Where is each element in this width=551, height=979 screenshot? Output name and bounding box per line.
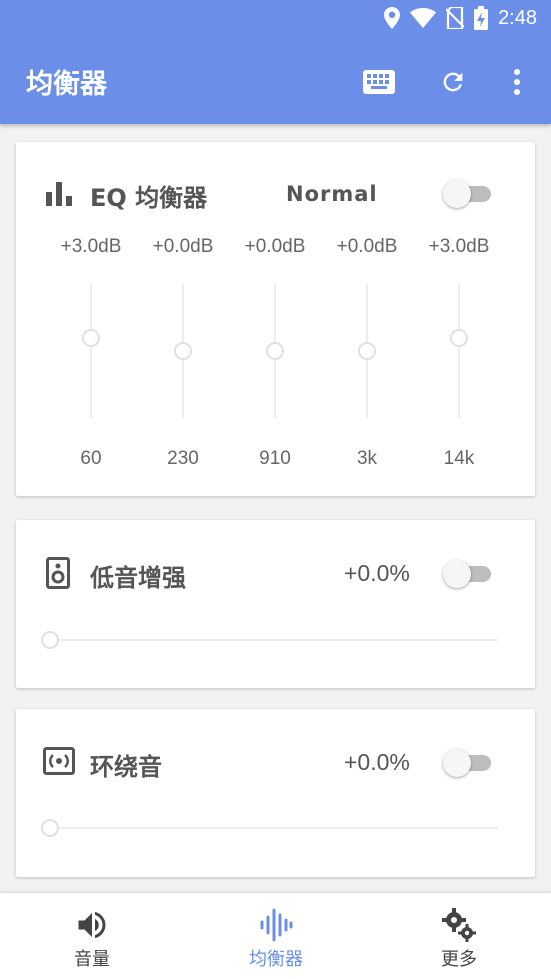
keyboard-button[interactable] (359, 62, 399, 102)
status-bar: 2:48 (0, 0, 551, 40)
status-time: 2:48 (498, 6, 537, 29)
location-icon (384, 7, 401, 29)
nav-equalizer[interactable]: 均衡器 (184, 893, 368, 979)
surround-toggle[interactable] (443, 747, 493, 779)
eq-band-gain: +0.0dB (336, 236, 398, 257)
page-title: 均衡器 (26, 69, 107, 100)
bass-title: 低音增强 (90, 564, 186, 592)
bass-slider-track[interactable] (50, 639, 498, 641)
more-vert-icon (514, 69, 520, 95)
wifi-icon (410, 8, 437, 28)
bass-toggle[interactable] (443, 558, 493, 590)
surround-card: 环绕音 +0.0% (16, 709, 535, 877)
eq-band-frequency: 230 (167, 448, 199, 469)
surround-sound-icon (43, 747, 75, 775)
eq-band-knob[interactable] (174, 342, 192, 360)
eq-band-frequency: 60 (80, 448, 102, 469)
surround-slider-knob[interactable] (41, 819, 59, 837)
app-bar: 均衡器 (0, 40, 551, 124)
eq-band-track[interactable] (90, 284, 92, 418)
keyboard-icon (363, 70, 395, 94)
eq-band-knob[interactable] (358, 342, 376, 360)
no-sim-icon (446, 7, 465, 29)
bass-value: +0.0% (344, 560, 410, 586)
equalizer-bars-icon (46, 182, 72, 206)
eq-band-knob[interactable] (82, 328, 100, 347)
eq-band-frequency: 3k (356, 448, 378, 469)
eq-toggle-thumb (443, 180, 471, 208)
volume-icon (78, 911, 106, 939)
nav-volume-label: 音量 (74, 949, 110, 970)
nav-equalizer-label: 均衡器 (249, 949, 303, 970)
eq-band-knob[interactable] (450, 328, 468, 347)
refresh-button[interactable] (433, 62, 473, 102)
surround-title: 环绕音 (90, 753, 162, 781)
equalizer-icon (260, 908, 293, 942)
battery-charging-icon (474, 6, 489, 30)
nav-volume[interactable]: 音量 (0, 893, 184, 979)
bass-toggle-thumb (443, 560, 471, 588)
nav-more-label: 更多 (441, 949, 477, 970)
bottom-navigation: 音量 均衡器 更多 (0, 893, 551, 979)
bass-boost-card: 低音增强 +0.0% (16, 520, 535, 688)
eq-band-gain: +3.0dB (428, 236, 490, 257)
more-options-button[interactable] (497, 62, 537, 102)
refresh-icon (443, 72, 463, 92)
speaker-icon (46, 557, 70, 589)
eq-card: EQ 均衡器 Normal +3.0dB 60 +0.0dB 230 +0.0dB 910… (16, 142, 535, 496)
eq-band-frequency: 910 (259, 448, 291, 469)
surround-value: +0.0% (344, 749, 410, 775)
eq-title: EQ 均衡器 (90, 184, 208, 212)
surround-toggle-thumb (443, 749, 471, 777)
eq-band-gain: +0.0dB (152, 236, 214, 257)
settings-icon (442, 908, 476, 942)
surround-slider-track[interactable] (50, 827, 498, 829)
nav-more[interactable]: 更多 (367, 893, 551, 979)
eq-toggle[interactable] (443, 178, 493, 210)
eq-band-track[interactable] (458, 284, 460, 418)
eq-band-frequency: 14k (443, 448, 475, 469)
eq-band-gain: +0.0dB (244, 236, 306, 257)
eq-band-gain: +3.0dB (60, 236, 122, 257)
eq-preset[interactable]: Normal (286, 182, 378, 206)
status-icons: 2:48 (384, 6, 537, 30)
eq-band-knob[interactable] (266, 342, 284, 360)
bass-slider-knob[interactable] (41, 631, 59, 649)
